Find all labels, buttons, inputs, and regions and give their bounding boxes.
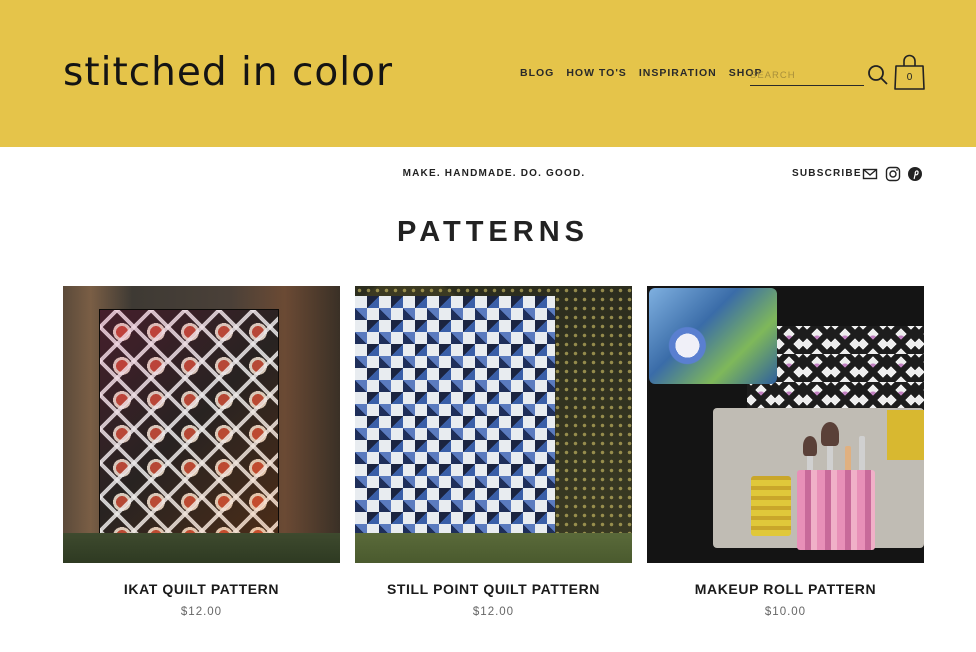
pocket-graphic: [797, 470, 875, 550]
product-price: $12.00: [472, 606, 515, 618]
pinterest-icon[interactable]: [907, 166, 923, 182]
product-image-makeup-roll[interactable]: [647, 286, 924, 563]
quilt-graphic: [100, 310, 278, 542]
subscribe-label[interactable]: SUBSCRIBE: [792, 168, 862, 179]
product-price: $10.00: [764, 606, 807, 618]
nav-how-tos[interactable]: HOW TO'S: [566, 67, 626, 79]
product-name[interactable]: IKAT QUILT PATTERN: [63, 581, 340, 597]
site-header: stitched in color BLOG HOW TO'S INSPIRAT…: [0, 0, 976, 147]
grass-graphic: [355, 533, 632, 563]
mail-icon[interactable]: [862, 166, 878, 182]
pocket-graphic: [751, 476, 791, 536]
search-input[interactable]: [750, 66, 864, 86]
nav-blog[interactable]: BLOG: [520, 67, 554, 79]
cart-count: 0: [906, 72, 913, 83]
brush-bristle-graphic: [821, 422, 839, 446]
cart-button[interactable]: 0: [893, 54, 926, 91]
product-image-ikat-quilt[interactable]: [63, 286, 340, 563]
product-image-still-point-quilt[interactable]: [355, 286, 632, 563]
nav-inspiration[interactable]: INSPIRATION: [639, 67, 717, 79]
search-icon[interactable]: [867, 64, 889, 86]
instagram-icon[interactable]: [885, 166, 901, 182]
product-card-makeup-roll[interactable]: MAKEUP ROLL PATTERN $10.00: [647, 286, 924, 618]
page-title: PATTERNS: [397, 216, 589, 248]
yellow-pocket-graphic: [887, 410, 924, 460]
pouch-graphic: [649, 288, 777, 384]
quilt-graphic: [355, 296, 555, 536]
product-card-still-point[interactable]: STILL POINT QUILT PATTERN $12.00: [355, 286, 632, 618]
product-name[interactable]: STILL POINT QUILT PATTERN: [355, 581, 632, 597]
product-price: $12.00: [180, 606, 223, 618]
site-logo[interactable]: stitched in color: [63, 50, 393, 95]
product-name[interactable]: MAKEUP ROLL PATTERN: [647, 581, 924, 597]
grass-graphic: [63, 533, 340, 563]
main-nav: BLOG HOW TO'S INSPIRATION SHOP: [520, 67, 763, 79]
product-card-ikat[interactable]: IKAT QUILT PATTERN $12.00: [63, 286, 340, 618]
brush-bristle-graphic: [803, 436, 817, 456]
